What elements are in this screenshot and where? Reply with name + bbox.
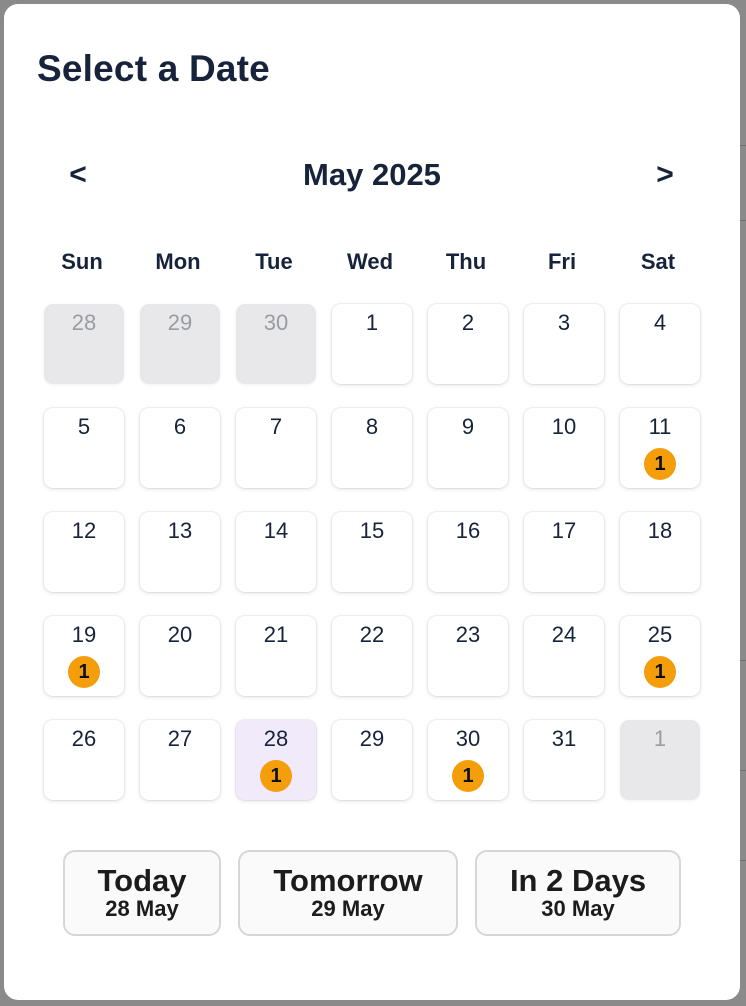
calendar-day[interactable]: 4 <box>620 304 700 384</box>
day-number: 4 <box>653 310 667 335</box>
calendar-day[interactable]: 12 <box>44 512 124 592</box>
calendar-day[interactable]: 7 <box>236 408 316 488</box>
day-number: 29 <box>359 726 385 751</box>
day-number: 27 <box>167 726 193 751</box>
day-number: 25 <box>647 622 673 647</box>
day-number: 30 <box>455 726 481 751</box>
event-count-badge: 1 <box>68 656 100 688</box>
calendar-day[interactable]: 3 <box>524 304 604 384</box>
in-2-days-label: In 2 Days <box>509 863 647 898</box>
next-month-button[interactable]: > <box>645 158 685 192</box>
weekday-fri: Fri <box>547 249 577 274</box>
today-label: Today <box>97 863 187 898</box>
day-number: 19 <box>71 622 97 647</box>
weekday-header: Sun Mon Tue Wed Thu Fri Sat <box>42 249 718 279</box>
calendar-day[interactable]: 9 <box>428 408 508 488</box>
calendar-day[interactable]: 5 <box>44 408 124 488</box>
event-count-badge: 1 <box>452 760 484 792</box>
date-picker-modal: Select a Date < May 2025 > Sun Mon Tue W… <box>4 4 740 1000</box>
day-number: 12 <box>71 518 97 543</box>
day-number: 28 <box>71 310 97 335</box>
calendar-day[interactable]: 31 <box>524 720 604 800</box>
day-number: 30 <box>263 310 289 335</box>
calendar-day[interactable]: 27 <box>140 720 220 800</box>
event-count-badge: 1 <box>644 656 676 688</box>
calendar-day[interactable]: 2 <box>428 304 508 384</box>
calendar-day[interactable]: 17 <box>524 512 604 592</box>
calendar-day[interactable]: 30 1 <box>428 720 508 800</box>
weekday-thu: Thu <box>445 249 487 274</box>
day-number: 24 <box>551 622 577 647</box>
calendar-day[interactable]: 26 <box>44 720 124 800</box>
day-number: 10 <box>551 414 577 439</box>
calendar-day[interactable]: 25 1 <box>620 616 700 696</box>
day-number: 9 <box>461 414 475 439</box>
calendar-day[interactable]: 10 <box>524 408 604 488</box>
day-number: 1 <box>365 310 379 335</box>
today-date: 28 May <box>105 896 179 921</box>
tomorrow-date: 29 May <box>311 896 385 921</box>
day-number: 29 <box>167 310 193 335</box>
today-button[interactable]: Today 28 May <box>63 850 221 936</box>
day-number: 1 <box>653 726 667 751</box>
calendar-day[interactable]: 15 <box>332 512 412 592</box>
day-number: 22 <box>359 622 385 647</box>
calendar-day-outside: 28 <box>44 304 124 384</box>
in-2-days-button[interactable]: In 2 Days 30 May <box>475 850 681 936</box>
day-number: 2 <box>461 310 475 335</box>
calendar-day[interactable]: 13 <box>140 512 220 592</box>
calendar-day[interactable]: 14 <box>236 512 316 592</box>
day-number: 16 <box>455 518 481 543</box>
calendar-day[interactable]: 24 <box>524 616 604 696</box>
day-number: 23 <box>455 622 481 647</box>
calendar-day[interactable]: 18 <box>620 512 700 592</box>
day-number: 21 <box>263 622 289 647</box>
calendar-day[interactable]: 29 <box>332 720 412 800</box>
weekday-wed: Wed <box>346 249 394 274</box>
calendar-day[interactable]: 19 1 <box>44 616 124 696</box>
day-number: 28 <box>263 726 289 751</box>
day-number: 3 <box>557 310 571 335</box>
calendar-day-outside: 29 <box>140 304 220 384</box>
calendar-day[interactable]: 6 <box>140 408 220 488</box>
day-number: 14 <box>263 518 289 543</box>
modal-title: Select a Date <box>37 48 270 89</box>
calendar-day[interactable]: 21 <box>236 616 316 696</box>
weekday-sat: Sat <box>640 249 676 274</box>
day-number: 5 <box>77 414 91 439</box>
calendar-day[interactable]: 16 <box>428 512 508 592</box>
weekday-tue: Tue <box>255 249 293 274</box>
day-number: 31 <box>551 726 577 751</box>
calendar-day-outside: 30 <box>236 304 316 384</box>
weekday-sun: Sun <box>61 249 103 274</box>
calendar-day[interactable]: 22 <box>332 616 412 696</box>
day-number: 26 <box>71 726 97 751</box>
day-number: 7 <box>269 414 283 439</box>
calendar-day-outside: 1 <box>620 720 700 800</box>
weekday-mon: Mon <box>155 249 201 274</box>
day-number: 15 <box>359 518 385 543</box>
calendar-grid: 28 29 30 1 2 3 4 5 6 7 8 9 10 11 1 12 13 14 15 16 17 18 19 1 20 2… <box>44 304 704 804</box>
tomorrow-button[interactable]: Tomorrow 29 May <box>238 850 458 936</box>
calendar-day[interactable]: 20 <box>140 616 220 696</box>
day-number: 8 <box>365 414 379 439</box>
month-label: May 2025 <box>303 157 441 192</box>
calendar-day[interactable]: 23 <box>428 616 508 696</box>
day-number: 17 <box>551 518 577 543</box>
day-number: 13 <box>167 518 193 543</box>
event-count-badge: 1 <box>260 760 292 792</box>
day-number: 6 <box>173 414 187 439</box>
tomorrow-label: Tomorrow <box>273 863 423 898</box>
calendar-day[interactable]: 1 <box>332 304 412 384</box>
day-number: 11 <box>648 414 672 439</box>
day-number: 18 <box>647 518 673 543</box>
calendar-day-selected[interactable]: 28 1 <box>236 720 316 800</box>
event-count-badge: 1 <box>644 448 676 480</box>
calendar-day[interactable]: 11 1 <box>620 408 700 488</box>
calendar-day[interactable]: 8 <box>332 408 412 488</box>
in-2-days-date: 30 May <box>541 896 615 921</box>
day-number: 20 <box>167 622 193 647</box>
